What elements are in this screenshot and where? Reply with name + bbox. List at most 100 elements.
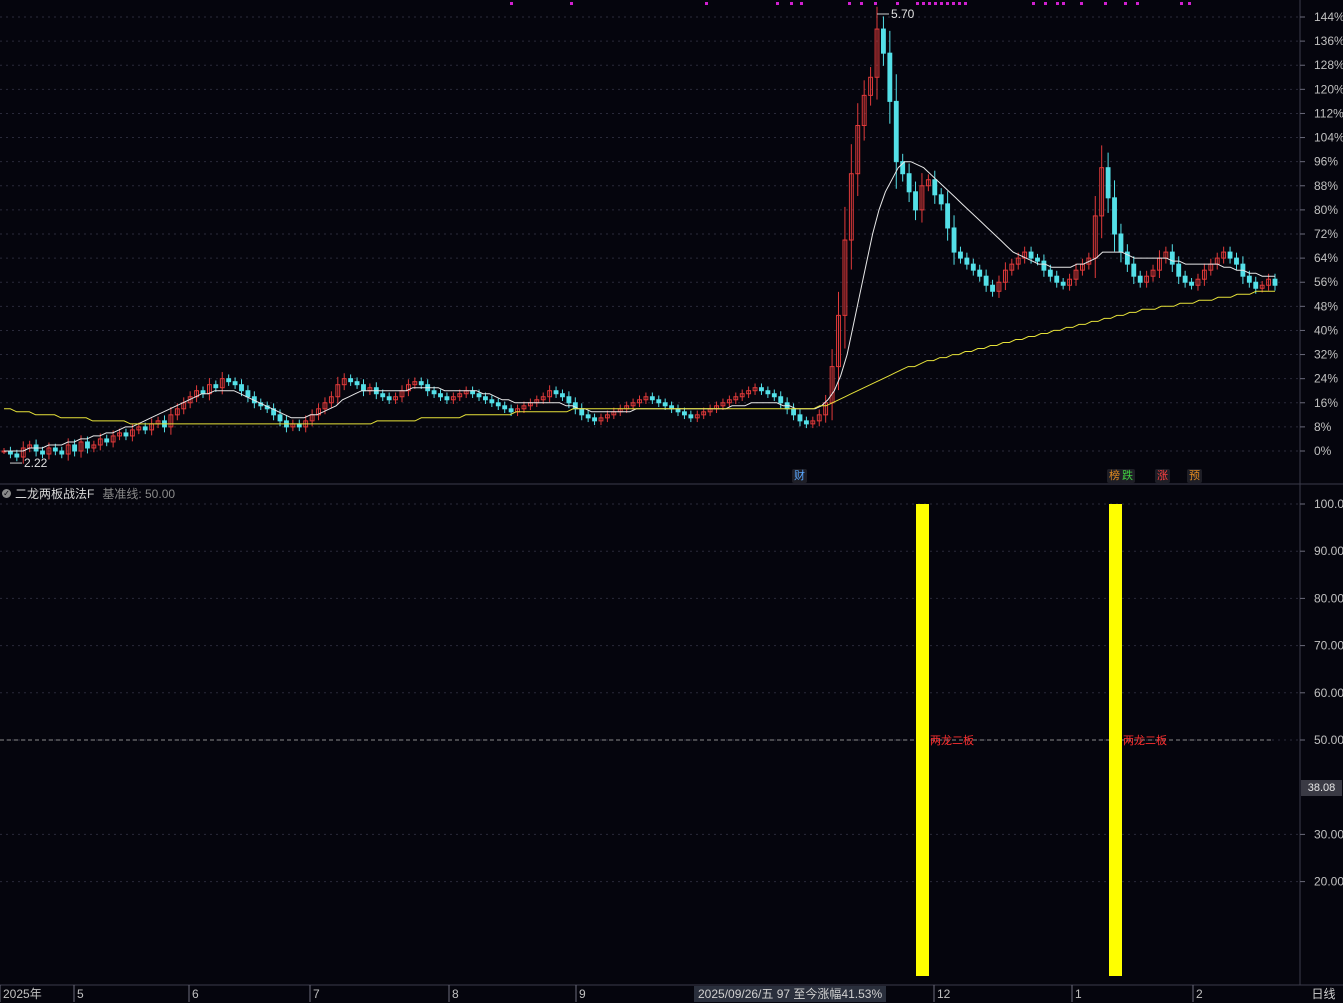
candle	[887, 52, 893, 102]
candle	[476, 393, 482, 398]
candle	[1234, 257, 1239, 265]
candle	[1028, 251, 1034, 259]
candle	[1047, 269, 1053, 277]
signal-dot	[896, 2, 899, 5]
signal-dot	[1180, 2, 1183, 5]
candle	[759, 387, 764, 392]
low-label: 2.22	[24, 456, 48, 470]
indicator-y-tick-label: 30.00	[1314, 827, 1343, 841]
candle	[893, 100, 899, 163]
candle	[1176, 263, 1182, 277]
candle	[277, 414, 283, 422]
candle	[1041, 260, 1047, 271]
signal-dot	[934, 2, 937, 5]
candle	[431, 390, 437, 395]
badge-finance[interactable]: 财	[792, 469, 807, 483]
y-tick-label: 48%	[1314, 299, 1338, 313]
signal-dot	[964, 2, 967, 5]
signal-dot	[1044, 2, 1047, 5]
y-tick-label: 144%	[1314, 10, 1343, 24]
y-tick-label: 56%	[1314, 275, 1338, 289]
candle	[970, 263, 976, 271]
x-tick-label: 2025年	[3, 987, 42, 1001]
signal-dot	[1188, 2, 1191, 5]
candle	[1182, 275, 1188, 283]
candle	[913, 191, 918, 211]
y-tick-label: 88%	[1314, 179, 1338, 193]
indicator-bar-label: 两龙二板	[930, 733, 974, 747]
signal-dot	[848, 2, 851, 5]
x-tick-label: 12	[937, 987, 951, 1001]
candle	[380, 393, 386, 398]
candle	[932, 179, 938, 196]
indicator-y-tick-label: 80.00	[1314, 591, 1343, 605]
candle	[771, 393, 777, 398]
candle	[765, 390, 771, 395]
high-label: 5.70	[891, 7, 915, 21]
status-bar: 2025/09/26/五 97 至今涨幅41.53%	[694, 986, 887, 1002]
signal-dot	[1056, 2, 1059, 5]
signal-dot	[1136, 2, 1139, 5]
badge-up[interactable]: 涨	[1155, 469, 1170, 483]
signal-dot	[952, 2, 955, 5]
candle	[1105, 167, 1111, 199]
x-tick-label: 7	[313, 987, 320, 1001]
candle	[361, 384, 366, 392]
candle	[977, 269, 983, 277]
current-value-label: 38.08	[1301, 780, 1342, 796]
indicator-toggle-icon[interactable]: ✓	[2, 488, 11, 498]
candle	[40, 450, 45, 455]
stock-chart[interactable]: 144% 136% 128% 120% 112% 104% 96% 88% 80% 72% 64% 5…	[0, 0, 1343, 1003]
indicator-bar-label: 两龙二板	[1123, 733, 1167, 747]
candle	[1227, 251, 1233, 259]
candle	[245, 390, 251, 398]
candle	[958, 251, 963, 259]
x-tick-label: 5	[77, 987, 84, 1001]
candle	[990, 284, 995, 292]
indicator-y-tick-label: 100.00	[1314, 497, 1343, 511]
indicator-y-tick-label: 60.00	[1314, 686, 1343, 700]
signal-dot	[874, 2, 877, 5]
candle	[1253, 281, 1259, 289]
candle	[1118, 233, 1124, 253]
candle	[1131, 263, 1137, 277]
candle	[560, 393, 565, 398]
chart-canvas[interactable]: 144%136%128%120%112%104%96%88%80%72%64%5…	[0, 0, 1343, 1003]
candle	[418, 381, 424, 386]
candle	[1189, 281, 1194, 286]
candle	[72, 444, 78, 452]
x-tick-label: 9	[579, 987, 586, 1001]
y-tick-label: 136%	[1314, 34, 1343, 48]
candle	[951, 227, 957, 253]
candle	[483, 396, 488, 401]
badge-forecast[interactable]: 预	[1187, 469, 1202, 483]
y-tick-label: 0%	[1314, 444, 1332, 458]
indicator-y-tick-label: 50.00	[1314, 733, 1343, 747]
indicator-bar	[916, 504, 929, 976]
candle	[964, 257, 970, 265]
candle	[649, 396, 655, 401]
candle	[803, 420, 809, 425]
x-tick-label: 6	[192, 987, 199, 1001]
signal-dot	[1104, 2, 1107, 5]
candle	[1054, 275, 1060, 283]
candle	[502, 405, 508, 410]
candle	[232, 381, 238, 386]
y-tick-label: 8%	[1314, 420, 1332, 434]
candle	[438, 393, 443, 398]
period-button[interactable]: 日线	[1304, 986, 1343, 1002]
candle	[444, 396, 450, 401]
candle	[226, 378, 232, 383]
candle	[348, 378, 354, 383]
candle	[239, 384, 244, 392]
indicator-y-tick-label: 90.00	[1314, 544, 1343, 558]
indicator-title: ✓ 二龙两板战法F 基准线: 50.00	[0, 485, 175, 501]
candle	[52, 447, 58, 452]
y-tick-label: 64%	[1314, 251, 1338, 265]
badge-down[interactable]: 跌	[1120, 469, 1135, 483]
y-tick-label: 80%	[1314, 203, 1338, 217]
signal-dot	[1124, 2, 1127, 5]
candle	[566, 396, 572, 404]
baseline-label: 基准线: 50.00	[102, 486, 176, 501]
candle	[592, 417, 597, 422]
